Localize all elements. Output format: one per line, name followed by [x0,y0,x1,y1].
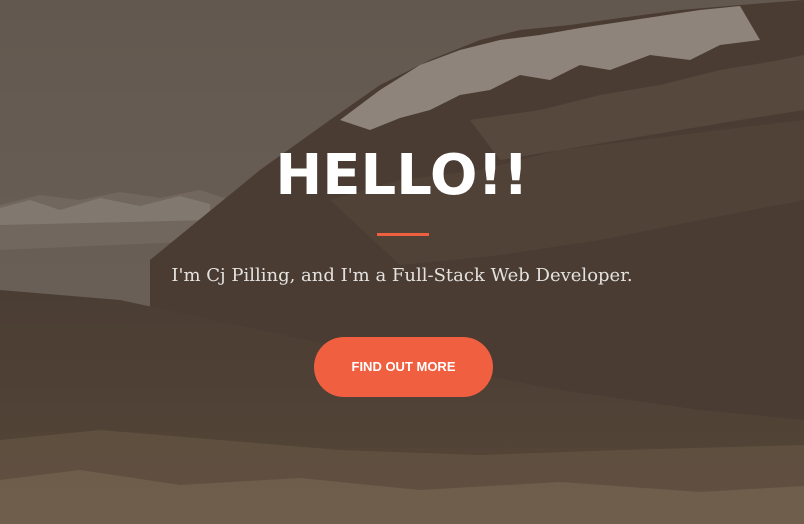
hero-section: HELLO!! I'm Cj Pilling, and I'm a Full-S… [0,0,804,524]
hero-divider [377,233,429,236]
find-out-more-button[interactable]: FIND OUT MORE [314,337,493,397]
hero-subtitle: I'm Cj Pilling, and I'm a Full-Stack Web… [171,265,633,286]
hero-title: HELLO!! [275,143,529,208]
hero-content: HELLO!! I'm Cj Pilling, and I'm a Full-S… [0,0,804,524]
